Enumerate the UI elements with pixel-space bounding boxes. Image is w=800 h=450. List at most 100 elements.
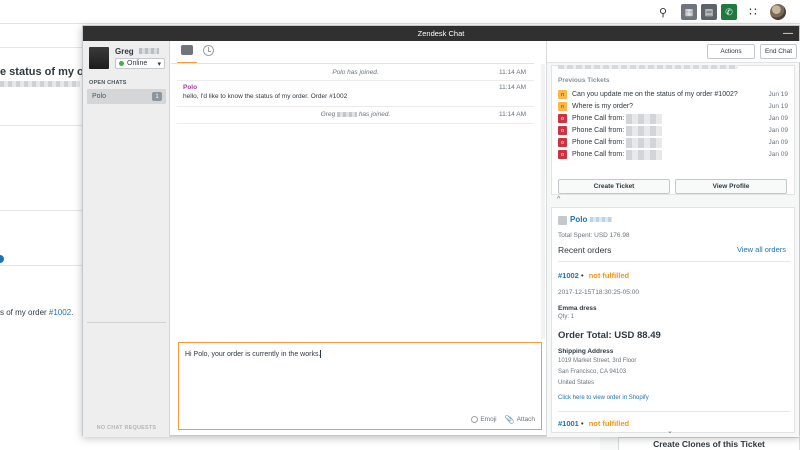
redacted-text (626, 113, 662, 124)
customer-icon (558, 216, 567, 225)
order-item-qty: Qty: 1 (558, 314, 575, 320)
actions-button[interactable]: Actions (707, 44, 755, 59)
attach-button[interactable]: 📎 Attach (505, 415, 535, 424)
unread-count-badge: 1 (152, 92, 162, 101)
divider (0, 210, 82, 211)
shopify-app-card: Polo Total Spent: USD 176.98 Recent orde… (551, 207, 795, 433)
user-avatar[interactable] (770, 4, 786, 20)
order-header: #1001 • not fulfilled (558, 419, 629, 428)
redacted-text (0, 81, 80, 87)
ticket-text: s of my order (0, 308, 49, 317)
divider (558, 261, 790, 262)
divider (0, 47, 82, 48)
apps-icon[interactable]: ∷ (745, 4, 761, 20)
create-ticket-button[interactable]: Create Ticket (558, 179, 670, 194)
ticket-date: Jun 19 (768, 91, 788, 98)
ticket-date: Jun 19 (768, 103, 788, 110)
order-id-link[interactable]: #1002 (558, 271, 579, 280)
paperclip-icon: 📎 (504, 415, 515, 424)
redacted-text (558, 65, 738, 69)
message-time: 11:14 AM (499, 111, 526, 118)
chat-tabs (171, 41, 534, 64)
order-status: not fulfilled (588, 271, 630, 280)
compose-text: Hi Polo, your order is currently in the … (185, 350, 322, 358)
ticket-date: Jan 09 (768, 151, 788, 158)
view-all-orders-link[interactable]: View all orders (737, 245, 786, 254)
shipping-address-line: San Francisco, CA 94103 (558, 369, 627, 375)
open-chat-item[interactable]: Polo 1 (87, 89, 166, 104)
separator-bullet: • (580, 271, 584, 280)
history-clock-icon[interactable] (203, 45, 214, 56)
emoji-button[interactable]: Emoji (471, 415, 497, 424)
customer-name[interactable]: Polo (570, 215, 587, 224)
divider (558, 411, 790, 412)
visitor-message-text: hello, I'd like to know the status of my… (183, 93, 348, 100)
ticket-row[interactable]: o Phone Call from: Jan 09 (558, 113, 790, 124)
create-clones-button[interactable]: Create Clones of this Ticket (618, 437, 800, 450)
ticket-subject: Phone Call from: (572, 139, 625, 146)
message-compose-box[interactable]: Hi Polo, your order is currently in the … (178, 342, 542, 430)
chat-window: Zendesk Chat — Greg Online ▾ OPEN CHATS … (82, 25, 800, 437)
ticket-subject: Phone Call from: (572, 115, 625, 122)
emoji-icon (471, 416, 479, 423)
ticket-date: Jan 09 (768, 127, 788, 134)
redacted-text (590, 217, 612, 222)
phone-icon[interactable]: ✆ (721, 4, 737, 20)
ticket-date: Jan 09 (768, 115, 788, 122)
order-header: #1002 • not fulfilled (558, 271, 629, 280)
ticket-row[interactable]: o Phone Call from: Jan 09 (558, 149, 790, 160)
agent-status-select[interactable]: Online ▾ (115, 58, 165, 69)
chat-bubble-icon[interactable] (181, 45, 193, 55)
redacted-text (626, 149, 662, 160)
ticket-subject: Can you update me on the status of my or… (572, 91, 738, 98)
ticket-status-badge: n (558, 90, 567, 99)
agent-name: Greg (115, 47, 134, 56)
views-icon[interactable]: ▦ (681, 4, 697, 20)
view-profile-button[interactable]: View Profile (675, 179, 787, 194)
system-message: Greg has joined. 11:14 AM (177, 108, 534, 122)
order-id-link[interactable]: #1001 (558, 419, 579, 428)
ticket-status-badge: o (558, 150, 567, 159)
separator-bullet: • (580, 419, 584, 428)
view-in-shopify-link[interactable]: Click here to view order in Shopify (558, 395, 649, 401)
background-ticket-text: s of my order #1002. (0, 308, 73, 317)
order-total: Order Total: USD 88.49 (558, 330, 661, 341)
system-message-text: Greg has joined. (177, 111, 534, 118)
shipping-address-line: 1019 Market Street, 3rd Floor (558, 358, 637, 364)
ticket-status-badge: o (558, 138, 567, 147)
background-ticket-page (0, 25, 82, 450)
redacted-text (337, 111, 357, 117)
ticket-row[interactable]: o Phone Call from: Jan 09 (558, 137, 790, 148)
order-date: 2017-12-15T18:30:25-05:00 (558, 289, 639, 296)
visitor-info-panel: Actions End Chat Previous Tickets n Can … (546, 41, 800, 437)
chevron-down-icon[interactable]: ⌄ (667, 427, 673, 435)
search-icon[interactable]: ⚲ (655, 4, 671, 20)
compose-input-value: Hi Polo, your order is currently in the … (185, 350, 321, 358)
ticket-row[interactable]: n Where is my order? Jun 19 (558, 101, 790, 112)
chat-title-bar[interactable]: Zendesk Chat — (83, 26, 799, 41)
ticket-row[interactable]: n Can you update me on the status of my … (558, 89, 790, 100)
chevron-down-icon: ▾ (157, 61, 161, 68)
background-ticket-title: e status of my ord (0, 66, 95, 78)
order-item-name: Emma dress (558, 305, 597, 312)
end-chat-button[interactable]: End Chat (760, 44, 797, 59)
ticket-date: Jan 09 (768, 139, 788, 146)
ticket-status-badge: o (558, 126, 567, 135)
ticket-row[interactable]: o Phone Call from: Jan 09 (558, 125, 790, 136)
chat-icon[interactable]: ▤ (701, 4, 717, 20)
redacted-text (626, 137, 662, 148)
agent-avatar[interactable] (89, 47, 109, 69)
divider (177, 106, 534, 107)
order-link[interactable]: #1002 (49, 308, 71, 317)
minimize-icon[interactable]: — (783, 28, 793, 39)
divider (0, 265, 82, 266)
system-message: Polo has joined. 11:14 AM (177, 66, 534, 80)
redacted-text (626, 125, 662, 136)
chevron-up-icon[interactable]: ^ (557, 196, 560, 203)
ticket-subject: Phone Call from: (572, 151, 625, 158)
compose-tools: Emoji 📎 Attach (471, 415, 535, 424)
shipping-address-label: Shipping Address (558, 348, 614, 355)
no-chat-requests-label: NO CHAT REQUESTS (96, 425, 157, 431)
ticket-subject: Phone Call from: (572, 127, 625, 134)
message-scrollbar[interactable] (541, 64, 545, 339)
